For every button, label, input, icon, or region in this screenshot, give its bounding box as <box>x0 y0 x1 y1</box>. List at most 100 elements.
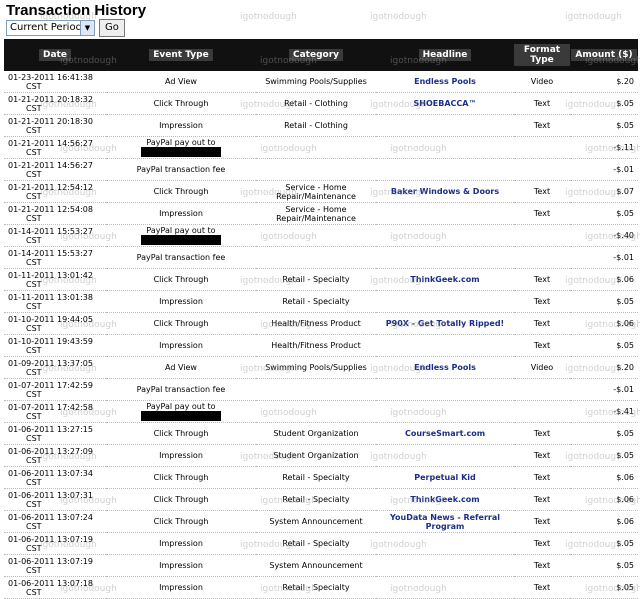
col-header-event-type[interactable]: Event Type <box>106 39 256 71</box>
event-cell: Impression <box>106 334 256 357</box>
format-cell: Text <box>514 268 570 291</box>
amount-cell: $.05 <box>570 290 638 313</box>
event-cell: Impression <box>106 114 256 137</box>
event-type: Click Through <box>153 187 209 196</box>
date-cell: 01-21-2011 12:54:08 CST <box>4 202 106 225</box>
headline-link[interactable]: Baker Windows & Doors <box>376 180 514 203</box>
format-cell: Text <box>514 312 570 335</box>
headline-link[interactable]: Endless Pools <box>376 356 514 379</box>
headline-link[interactable]: Perpetual Kid <box>376 466 514 489</box>
event-cell: Click Through <box>106 466 256 489</box>
format-cell: Video <box>514 356 570 379</box>
format-cell: Text <box>514 290 570 313</box>
category-cell <box>256 400 376 423</box>
format-cell: Text <box>514 488 570 511</box>
event-cell: Impression <box>106 532 256 555</box>
format-cell <box>514 224 570 247</box>
amount-cell: $.07 <box>570 180 638 203</box>
amount-cell: $.20 <box>570 356 638 379</box>
event-type: Click Through <box>153 473 209 482</box>
go-button[interactable]: Go <box>99 19 125 37</box>
event-type: PayPal pay out to <box>146 138 216 147</box>
event-cell: Ad View <box>106 356 256 379</box>
redacted-block <box>141 411 221 421</box>
event-type: PayPal pay out to <box>146 402 216 411</box>
date-cell: 01-06-2011 13:07:31 CST <box>4 488 106 511</box>
event-cell: PayPal pay out to <box>106 136 256 159</box>
date-cell: 01-21-2011 14:56:27 CST <box>4 158 106 181</box>
category-cell: Retail - Clothing <box>256 92 376 115</box>
format-cell: Text <box>514 466 570 489</box>
format-cell: Video <box>514 71 570 93</box>
date-cell: 01-21-2011 14:56:27 CST <box>4 136 106 159</box>
headline-link[interactable]: Endless Pools <box>376 71 514 93</box>
date-cell: 01-14-2011 15:53:27 CST <box>4 246 106 269</box>
col-header-format-type[interactable]: Format Type <box>514 39 570 71</box>
event-cell: PayPal transaction fee <box>106 246 256 269</box>
format-cell: Text <box>514 334 570 357</box>
event-cell: Click Through <box>106 510 256 533</box>
event-type: PayPal pay out to <box>146 226 216 235</box>
table-row: 01-06-2011 13:07:34 CST Click Through Retai… <box>4 466 638 489</box>
amount-cell: $.05 <box>570 422 638 445</box>
period-select[interactable]: Current Period ▼ <box>6 20 95 36</box>
event-type: PayPal transaction fee <box>136 385 226 394</box>
headline-link[interactable]: P90X - Get Totally Ripped! <box>376 312 514 335</box>
headline-link[interactable]: SHOEBACCA™ <box>376 92 514 115</box>
headline-link <box>376 290 514 313</box>
col-header-amount[interactable]: Amount ($) <box>570 39 638 71</box>
headline-link[interactable]: ThinkGeek.com <box>376 488 514 511</box>
event-type: Click Through <box>153 99 209 108</box>
headline-link <box>376 554 514 577</box>
format-cell: Text <box>514 92 570 115</box>
headline-link <box>376 444 514 467</box>
format-cell <box>514 136 570 159</box>
category-cell: System Announcement <box>256 554 376 577</box>
event-type: PayPal transaction fee <box>136 253 226 262</box>
category-cell <box>256 378 376 401</box>
amount-cell: $.05 <box>570 444 638 467</box>
amount-cell: $.06 <box>570 488 638 511</box>
event-type: Ad View <box>165 363 197 372</box>
format-cell: Text <box>514 202 570 225</box>
event-type: Click Through <box>153 495 209 504</box>
event-cell: Click Through <box>106 180 256 203</box>
headline-link[interactable]: ThinkGeek.com <box>376 268 514 291</box>
headline-link[interactable]: YouData News - Referral Program <box>376 510 514 533</box>
event-cell: Click Through <box>106 92 256 115</box>
headline-link[interactable]: CourseSmart.com <box>376 422 514 445</box>
col-header-headline[interactable]: Headline <box>376 39 514 71</box>
table-row: 01-21-2011 20:18:32 CST Click Through Retai… <box>4 92 638 115</box>
amount-cell: $.05 <box>570 576 638 599</box>
event-cell: Click Through <box>106 268 256 291</box>
redacted-block <box>141 147 221 157</box>
page-title: Transaction History <box>6 2 147 19</box>
col-header-category[interactable]: Category <box>256 39 376 71</box>
amount-cell: $.05 <box>570 92 638 115</box>
category-cell: Swimming Pools/Supplies <box>256 71 376 93</box>
table-row: 01-10-2011 19:44:05 CST Click Through Healt… <box>4 312 638 335</box>
date-cell: 01-09-2011 13:37:05 CST <box>4 356 106 379</box>
chevron-down-icon[interactable]: ▼ <box>80 21 94 35</box>
category-cell <box>256 158 376 181</box>
event-cell: Ad View <box>106 71 256 93</box>
date-cell: 01-06-2011 13:07:18 CST <box>4 576 106 599</box>
amount-cell: $.05 <box>570 202 638 225</box>
headline-link <box>376 224 514 247</box>
period-select-value: Current Period <box>10 22 82 33</box>
date-cell: 01-07-2011 17:42:59 CST <box>4 378 106 401</box>
category-cell: Retail - Specialty <box>256 268 376 291</box>
event-cell: PayPal pay out to <box>106 400 256 423</box>
category-cell: Swimming Pools/Supplies <box>256 356 376 379</box>
date-cell: 01-14-2011 15:53:27 CST <box>4 224 106 247</box>
date-cell: 01-10-2011 19:44:05 CST <box>4 312 106 335</box>
headline-link <box>376 202 514 225</box>
table-row: 01-10-2011 19:43:59 CST Impression Health/F… <box>4 334 638 357</box>
format-cell: Text <box>514 114 570 137</box>
event-type: Click Through <box>153 517 209 526</box>
event-type: Impression <box>159 539 203 548</box>
date-cell: 01-21-2011 20:18:32 CST <box>4 92 106 115</box>
col-header-date[interactable]: Date <box>4 39 106 71</box>
format-cell: Text <box>514 554 570 577</box>
category-cell: Retail - Specialty <box>256 290 376 313</box>
